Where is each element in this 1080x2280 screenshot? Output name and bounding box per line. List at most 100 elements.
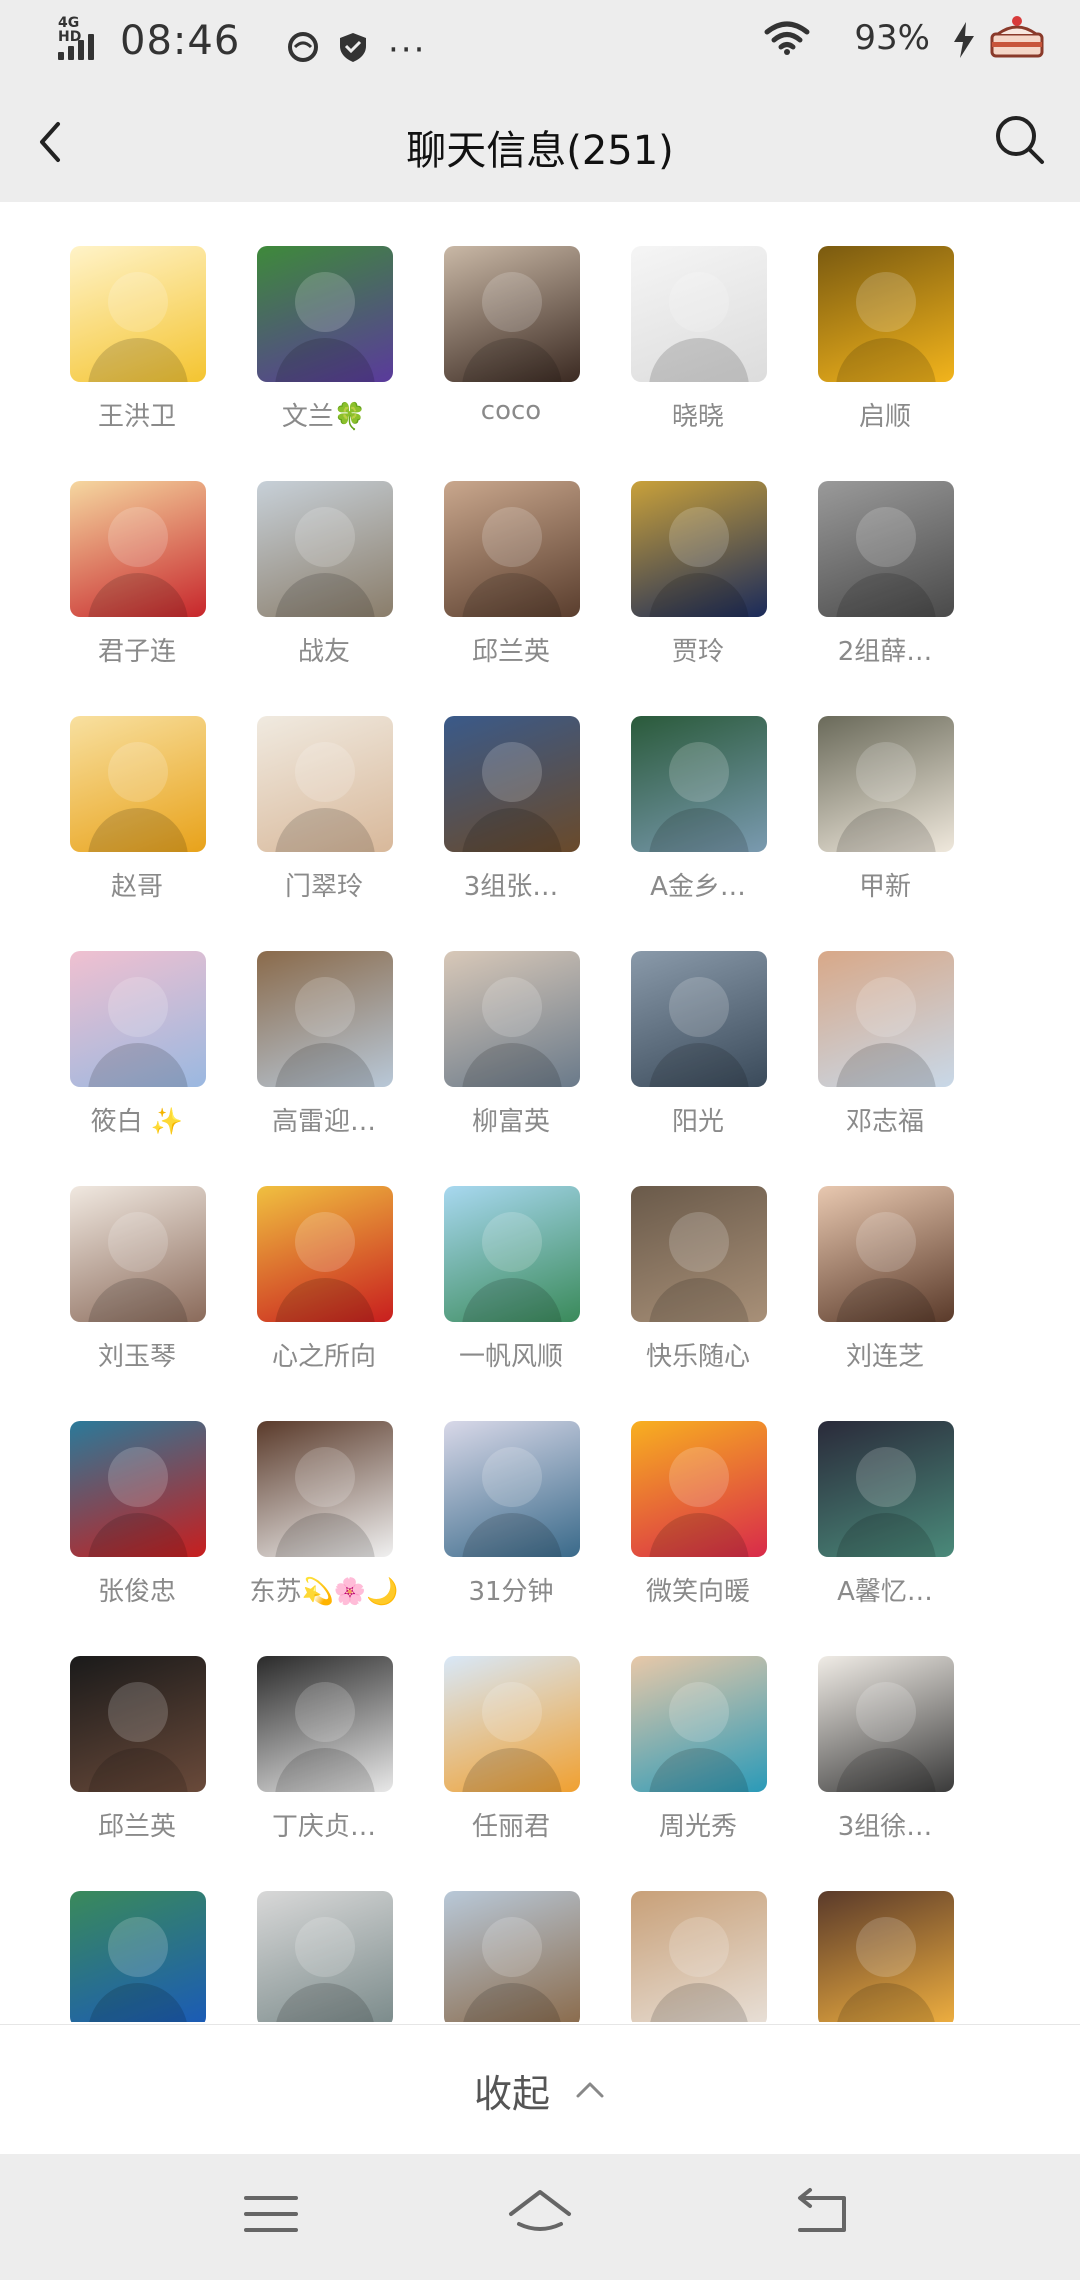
member-avatar <box>70 1186 206 1322</box>
member-avatar <box>444 246 580 382</box>
member-item[interactable]: 一帆风顺 <box>418 1186 604 1386</box>
avatar-figure-body <box>462 808 562 852</box>
member-item[interactable]: 门翠玲 <box>231 716 417 916</box>
avatar-figure-body <box>649 1043 749 1087</box>
member-item[interactable]: 战友 <box>231 481 417 681</box>
member-item[interactable]: 任丽君 <box>418 1656 604 1856</box>
member-avatar <box>818 481 954 617</box>
member-name: 邱兰英 <box>97 1812 176 1842</box>
member-item[interactable]: 3组张… <box>418 716 604 916</box>
member-avatar <box>818 246 954 382</box>
member-item[interactable]: A金乡… <box>605 716 791 916</box>
avatar-figure-body <box>836 1513 936 1557</box>
member-item[interactable]: 晓晓 <box>605 246 791 446</box>
avatar-figure <box>856 977 916 1037</box>
member-name: 刘连芝 <box>845 1342 924 1372</box>
member-avatar <box>631 1891 767 2022</box>
member-item[interactable]: 君子连 <box>44 481 230 681</box>
member-item[interactable] <box>605 1891 791 2022</box>
member-item[interactable]: 2组薛… <box>792 481 978 681</box>
home-icon[interactable] <box>505 2184 575 2244</box>
member-item[interactable]: 王洪卫 <box>44 246 230 446</box>
menu-icon[interactable] <box>236 2184 306 2244</box>
member-name: 刘玉琴 <box>97 1342 176 1372</box>
member-item[interactable] <box>231 1891 417 2022</box>
member-avatar <box>257 1891 393 2022</box>
member-item[interactable]: 邓志福 <box>792 951 978 1151</box>
battery-level: 93% <box>854 18 930 58</box>
member-item[interactable]: 贾玲 <box>605 481 791 681</box>
member-avatar <box>257 481 393 617</box>
member-avatar <box>818 1656 954 1792</box>
avatar-figure <box>108 742 168 802</box>
member-item[interactable]: 高雷迎… <box>231 951 417 1151</box>
member-name: 贾玲 <box>671 637 724 667</box>
avatar-figure <box>856 1917 916 1977</box>
member-item[interactable]: 柳富英 <box>418 951 604 1151</box>
member-name: 赵哥 <box>110 872 163 902</box>
search-icon[interactable] <box>990 110 1050 170</box>
member-name: 2组薛… <box>837 637 933 667</box>
member-item[interactable]: coco <box>418 246 604 446</box>
member-name: 王洪卫 <box>97 402 176 432</box>
member-name: 甲新 <box>858 872 911 902</box>
member-avatar <box>818 1891 954 2022</box>
member-item[interactable]: 刘连芝 <box>792 1186 978 1386</box>
avatar-figure-body <box>275 1043 375 1087</box>
avatar-figure-body <box>275 1983 375 2022</box>
member-item[interactable]: 丁庆贞… <box>231 1656 417 1856</box>
member-avatar <box>631 1421 767 1557</box>
status-bar: 4G HD 08:46 ··· 93% <box>0 0 1080 80</box>
avatar-figure <box>295 1917 355 1977</box>
member-name: 一帆风顺 <box>458 1342 563 1372</box>
member-item[interactable]: 邱兰英 <box>418 481 604 681</box>
member-item[interactable]: 甲新 <box>792 716 978 916</box>
member-name: 筱白 ✨ <box>90 1107 184 1137</box>
member-item[interactable]: 赵哥 <box>44 716 230 916</box>
avatar-figure <box>669 977 729 1037</box>
member-item[interactable] <box>44 1891 230 2022</box>
chevron-up-icon <box>576 2082 604 2098</box>
member-item[interactable]: 邱兰英 <box>44 1656 230 1856</box>
member-name: 战友 <box>297 637 350 667</box>
member-avatar <box>444 1186 580 1322</box>
member-item[interactable]: 东苏💫🌸🌙 <box>231 1421 417 1621</box>
member-item[interactable]: 快乐随心 <box>605 1186 791 1386</box>
avatar-figure <box>482 1682 542 1742</box>
avatar-figure-body <box>836 1278 936 1322</box>
member-item[interactable]: 张俊忠 <box>44 1421 230 1621</box>
avatar-figure-body <box>836 808 936 852</box>
member-item[interactable]: 心之所向 <box>231 1186 417 1386</box>
member-item[interactable]: 阳光 <box>605 951 791 1151</box>
member-name: 周光秀 <box>658 1812 737 1842</box>
member-item[interactable]: 微笑向暖 <box>605 1421 791 1621</box>
member-item[interactable]: 启顺 <box>792 246 978 446</box>
avatar-figure-body <box>462 573 562 617</box>
member-item[interactable] <box>418 1891 604 2022</box>
member-item[interactable]: 3组徐… <box>792 1656 978 1856</box>
collapse-button[interactable]: 收起 <box>0 2024 1080 2155</box>
avatar-figure <box>295 1682 355 1742</box>
member-item[interactable]: 筱白 ✨ <box>44 951 230 1151</box>
avatar-figure-body <box>88 1983 188 2022</box>
member-avatar <box>631 246 767 382</box>
avatar-figure-body <box>462 1983 562 2022</box>
member-avatar <box>444 1656 580 1792</box>
member-avatar <box>631 481 767 617</box>
avatar-figure <box>856 742 916 802</box>
member-name: 门翠玲 <box>284 872 363 902</box>
back-icon[interactable] <box>788 2184 858 2244</box>
avatar-figure <box>295 272 355 332</box>
avatar-figure-body <box>462 338 562 382</box>
member-item[interactable]: 周光秀 <box>605 1656 791 1856</box>
member-item[interactable] <box>792 1891 978 2022</box>
member-item[interactable]: 31分钟 <box>418 1421 604 1621</box>
member-item[interactable]: 文兰🍀 <box>231 246 417 446</box>
member-avatar <box>444 1891 580 2022</box>
avatar-figure-body <box>275 808 375 852</box>
member-item[interactable]: A馨忆… <box>792 1421 978 1621</box>
member-name: 君子连 <box>97 637 176 667</box>
charging-icon <box>954 22 974 58</box>
member-item[interactable]: 刘玉琴 <box>44 1186 230 1386</box>
avatar-figure-body <box>836 573 936 617</box>
